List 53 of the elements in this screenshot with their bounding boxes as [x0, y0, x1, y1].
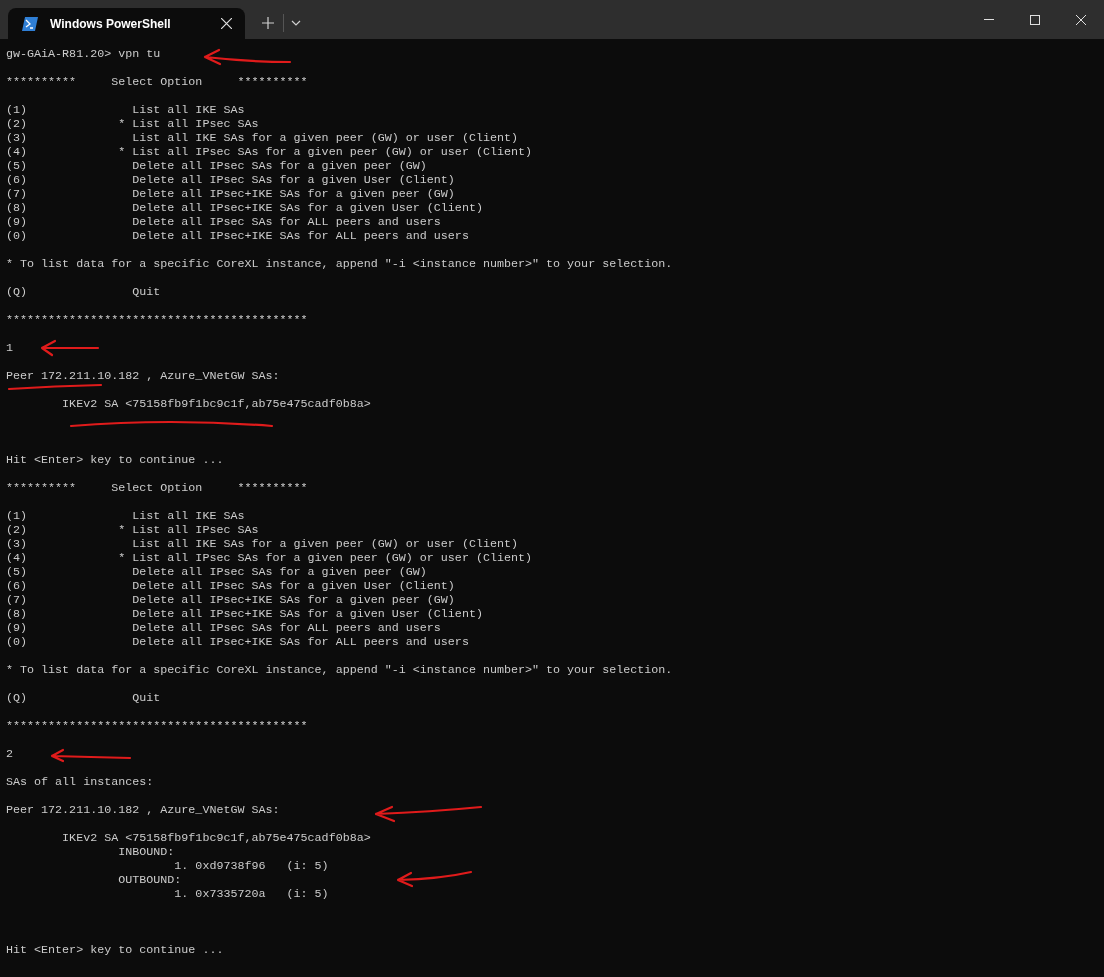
- terminal-line: Peer 172.211.10.182 , Azure_VNetGW SAs:: [6, 369, 280, 383]
- tab-close-button[interactable]: [219, 16, 233, 31]
- terminal-line: 1: [6, 341, 13, 355]
- annotation-arrow: [40, 339, 100, 357]
- terminal-line: 1. 0xd9738f96 (i: 5): [173, 859, 329, 873]
- terminal-line: (0) Delete all IPsec+IKE SAs for ALL peers and users: [6, 635, 469, 649]
- terminal-line: (8) Delete all IPsec+IKE SAs for a given User (Client): [6, 607, 483, 621]
- terminal-tab[interactable]: Windows PowerShell: [8, 8, 245, 39]
- terminal-line: IKEv2 SA <75158fb9f1bc9c1f,ab75e475cadf0b8a>: [61, 831, 371, 845]
- terminal-line: (6) Delete all IPsec SAs for a given User (Client): [6, 173, 455, 187]
- terminal-line: Hit <Enter> key to continue ...: [6, 943, 224, 957]
- terminal-line: SAs of all instances:: [6, 775, 154, 789]
- terminal-line: (1) List all IKE SAs: [6, 509, 245, 523]
- close-icon: [220, 18, 232, 29]
- terminal-line: *******************************************: [6, 719, 308, 733]
- terminal-line: (7) Delete all IPsec+IKE SAs for a given peer (GW): [6, 187, 455, 201]
- terminal-line: (2) * List all IPsec SAs: [6, 523, 259, 537]
- powershell-icon: [22, 16, 38, 31]
- terminal-line: (3) List all IKE SAs for a given peer (GW) or user (Client): [6, 131, 518, 145]
- terminal-line: (5) Delete all IPsec SAs for a given peer (GW): [6, 159, 427, 173]
- terminal-line: OUTBOUND:: [117, 873, 182, 887]
- terminal-line: (9) Delete all IPsec SAs for ALL peers and users: [6, 621, 441, 635]
- terminal-line: (7) Delete all IPsec+IKE SAs for a given peer (GW): [6, 593, 455, 607]
- terminal-line: ********** Select Option **********: [6, 75, 308, 89]
- terminal-line: (1) List all IKE SAs: [6, 103, 245, 117]
- terminal-line: * To list data for a specific CoreXL instance, append "-i <instance number>" to your selection.: [6, 257, 673, 271]
- terminal-line: 2: [6, 747, 13, 761]
- terminal-line: (Q) Quit: [6, 691, 161, 705]
- terminal-line: (0) Delete all IPsec+IKE SAs for ALL peers and users: [6, 229, 469, 243]
- maximize-icon: [1030, 14, 1040, 25]
- terminal-line: ********** Select Option **********: [6, 481, 308, 495]
- terminal-line: gw-GAiA-R81.20> vpn tu: [6, 47, 161, 61]
- terminal-line: (6) Delete all IPsec SAs for a given User (Client): [6, 579, 455, 593]
- terminal-line: (5) Delete all IPsec SAs for a given peer (GW): [6, 565, 427, 579]
- close-icon: [1076, 14, 1086, 25]
- terminal-line: (Q) Quit: [6, 285, 161, 299]
- terminal-line: INBOUND:: [117, 845, 175, 859]
- terminal-line: *******************************************: [6, 313, 308, 327]
- plus-icon: [262, 17, 274, 29]
- terminal-line: (4) * List all IPsec SAs for a given peer (GW) or user (Client): [6, 145, 533, 159]
- terminal-line: (4) * List all IPsec SAs for a given peer (GW) or user (Client): [6, 551, 533, 565]
- terminal-line: Hit <Enter> key to continue ...: [6, 453, 224, 467]
- chevron-down-icon: [291, 20, 301, 26]
- minimize-icon: [984, 19, 994, 20]
- terminal-line: * To list data for a specific CoreXL instance, append "-i <instance number>" to your selection.: [6, 663, 673, 677]
- terminal-line: IKEv2 SA <75158fb9f1bc9c1f,ab75e475cadf0b8a>: [61, 397, 371, 411]
- terminal-line: (2) * List all IPsec SAs: [6, 117, 259, 131]
- terminal-line: (8) Delete all IPsec+IKE SAs for a given User (Client): [6, 201, 483, 215]
- terminal-line: Peer 172.211.10.182 , Azure_VNetGW SAs:: [6, 803, 280, 817]
- tab-title: Windows PowerShell: [50, 15, 172, 33]
- terminal-line: (3) List all IKE SAs for a given peer (GW) or user (Client): [6, 537, 518, 551]
- terminal-line: 1. 0x7335720a (i: 5): [173, 887, 329, 901]
- terminal-line: (9) Delete all IPsec SAs for ALL peers and users: [6, 215, 441, 229]
